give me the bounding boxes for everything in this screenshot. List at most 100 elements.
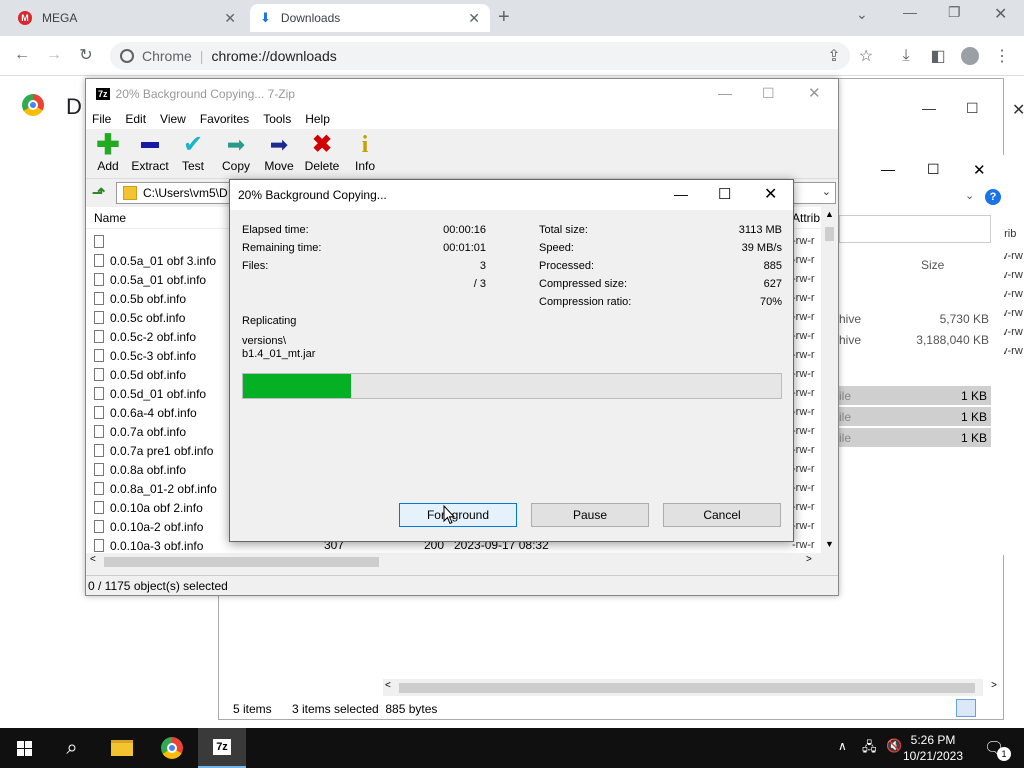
copy-button[interactable]: ➡ Copy bbox=[214, 131, 258, 174]
foreground-button[interactable]: Foreground bbox=[399, 503, 517, 527]
explorer-row-selected[interactable]: ile 1 KB bbox=[839, 386, 991, 405]
back-icon[interactable]: ← bbox=[10, 43, 34, 67]
close-window-icon[interactable]: ✕ bbox=[994, 4, 1007, 24]
list-vscroll[interactable]: ▲ ▼ bbox=[821, 207, 838, 553]
file-row[interactable]: 0.0.8a_01-2 obf.info bbox=[94, 479, 217, 498]
network-icon[interactable]: 🖧 bbox=[862, 738, 877, 760]
file-explorer-icon[interactable] bbox=[98, 728, 146, 768]
tray-chevron-icon[interactable]: ∧ bbox=[838, 739, 847, 753]
maximize-icon[interactable]: ☐ bbox=[718, 185, 731, 203]
file-row[interactable]: 0.0.10a obf 2.info bbox=[94, 498, 203, 517]
close-tab-icon[interactable]: ✕ bbox=[468, 10, 480, 27]
column-size[interactable]: Size bbox=[921, 258, 944, 272]
pause-button[interactable]: Pause bbox=[531, 503, 649, 527]
close-icon[interactable]: ✕ bbox=[973, 161, 986, 179]
explorer-back-maximize-icon[interactable]: ☐ bbox=[966, 100, 979, 117]
test-button[interactable]: ✔ Test bbox=[171, 131, 215, 174]
file-row[interactable]: 0.0.5c-3 obf.info bbox=[94, 346, 196, 365]
cancel-button[interactable]: Cancel bbox=[663, 503, 781, 527]
explorer-back-close-icon[interactable]: ✕ bbox=[1012, 100, 1024, 120]
scroll-thumb[interactable] bbox=[399, 683, 975, 693]
new-tab-icon[interactable]: + bbox=[498, 6, 510, 29]
folder-up-icon[interactable]: ⬏ bbox=[92, 183, 110, 202]
tab-downloads[interactable]: ⬇ Downloads ✕ bbox=[250, 4, 490, 32]
close-tab-icon[interactable]: ✕ bbox=[224, 10, 236, 27]
explorer-hscroll[interactable]: < > bbox=[383, 679, 997, 696]
restore-icon[interactable]: ❐ bbox=[948, 4, 961, 21]
help-icon[interactable]: ? bbox=[985, 189, 1001, 205]
7zip-taskbar-icon[interactable]: 7z bbox=[198, 728, 246, 768]
file-row[interactable]: 0.0.7a obf.info bbox=[94, 422, 186, 441]
explorer-row-selected[interactable]: ile 1 KB bbox=[839, 428, 991, 447]
scroll-right-icon[interactable]: > bbox=[991, 680, 997, 691]
chrome-logo-icon bbox=[22, 94, 44, 116]
profile-avatar-icon[interactable] bbox=[958, 44, 982, 68]
tab-search-icon[interactable]: ⌄ bbox=[856, 6, 868, 23]
scroll-thumb[interactable] bbox=[825, 227, 834, 241]
forward-icon[interactable]: → bbox=[42, 43, 66, 67]
menu-file[interactable]: File bbox=[92, 112, 111, 126]
close-icon[interactable]: ✕ bbox=[808, 84, 821, 102]
file-row[interactable]: 0.0.5d_01 obf.info bbox=[94, 384, 206, 403]
reload-icon[interactable]: ↻ bbox=[74, 43, 98, 67]
site-info-icon[interactable] bbox=[120, 49, 134, 63]
file-row[interactable]: 0.0.8a obf.info bbox=[94, 460, 186, 479]
search-box[interactable] bbox=[839, 215, 991, 243]
ribbon-expand-icon[interactable]: ⌄ bbox=[965, 189, 974, 202]
menu-view[interactable]: View bbox=[160, 112, 186, 126]
scroll-up-icon[interactable]: ▲ bbox=[825, 209, 834, 219]
file-row[interactable] bbox=[94, 232, 110, 251]
scroll-right-icon[interactable]: > bbox=[806, 554, 812, 565]
menu-help[interactable]: Help bbox=[305, 112, 330, 126]
file-row[interactable]: 0.0.7a pre1 obf.info bbox=[94, 441, 213, 460]
extract-button[interactable]: Extract bbox=[128, 131, 172, 173]
chrome-taskbar-icon[interactable] bbox=[148, 728, 196, 768]
minimize-icon[interactable]: — bbox=[718, 85, 732, 101]
omnibox[interactable]: Chrome | chrome://downloads bbox=[110, 42, 850, 70]
scroll-left-icon[interactable]: < bbox=[385, 680, 391, 691]
move-button[interactable]: ➡ Move bbox=[257, 131, 301, 174]
add-button[interactable]: ✚ Add bbox=[86, 131, 130, 174]
menu-kebab-icon[interactable]: ⋮ bbox=[990, 44, 1014, 68]
clock[interactable]: 5:26 PM 10/21/2023 bbox=[898, 732, 968, 764]
scroll-thumb[interactable] bbox=[104, 557, 379, 567]
scroll-down-icon[interactable]: ▼ bbox=[825, 539, 834, 549]
tab-label: Downloads bbox=[280, 11, 341, 25]
column-name[interactable]: Name bbox=[94, 211, 126, 225]
minimize-icon[interactable]: — bbox=[903, 4, 917, 20]
file-row[interactable]: 0.0.6a-4 obf.info bbox=[94, 403, 197, 422]
info-button[interactable]: i Info bbox=[343, 131, 387, 173]
share-icon[interactable]: ⇪ bbox=[822, 44, 846, 68]
file-row[interactable]: 0.0.5c-2 obf.info bbox=[94, 327, 196, 346]
file-row[interactable]: 0.0.5b obf.info bbox=[94, 289, 186, 308]
search-icon[interactable]: ⌕ bbox=[48, 728, 96, 768]
maximize-icon[interactable]: ☐ bbox=[927, 161, 940, 178]
downloads-icon[interactable]: ⤓ bbox=[894, 44, 918, 68]
file-row[interactable]: 0.0.5d obf.info bbox=[94, 365, 186, 384]
close-icon[interactable]: ✕ bbox=[764, 184, 777, 204]
bookmark-star-icon[interactable]: ☆ bbox=[854, 44, 878, 68]
delete-button[interactable]: ✖ Delete bbox=[300, 131, 344, 174]
details-view-icon[interactable] bbox=[956, 699, 976, 717]
large-icons-view-icon[interactable] bbox=[980, 699, 998, 717]
file-row[interactable]: 0.0.5c obf.info bbox=[94, 308, 185, 327]
path-dropdown-icon[interactable]: ⌄ bbox=[822, 185, 831, 198]
file-row[interactable]: 0.0.10a-2 obf.info bbox=[94, 517, 203, 536]
menu-favorites[interactable]: Favorites bbox=[200, 112, 249, 126]
tab-mega[interactable]: M MEGA ✕ bbox=[8, 4, 246, 32]
minimize-icon[interactable]: — bbox=[881, 161, 895, 177]
file-row[interactable]: 0.0.5a_01 obf.info bbox=[94, 270, 206, 289]
processed-label: Processed: bbox=[539, 260, 595, 272]
menu-edit[interactable]: Edit bbox=[125, 112, 146, 126]
list-hscroll[interactable]: < > bbox=[86, 553, 821, 570]
scroll-left-icon[interactable]: < bbox=[90, 554, 96, 565]
side-panel-icon[interactable]: ◧ bbox=[926, 44, 950, 68]
file-row[interactable]: 0.0.5a_01 obf 3.info bbox=[94, 251, 216, 270]
column-attrib[interactable]: Attrib bbox=[792, 211, 820, 225]
explorer-row-selected[interactable]: ile 1 KB bbox=[839, 407, 991, 426]
windows-start-icon[interactable] bbox=[0, 728, 48, 768]
explorer-back-minimize-icon[interactable]: — bbox=[922, 100, 936, 116]
maximize-icon[interactable]: ☐ bbox=[762, 85, 775, 102]
minimize-icon[interactable]: — bbox=[674, 186, 688, 202]
menu-tools[interactable]: Tools bbox=[263, 112, 291, 126]
